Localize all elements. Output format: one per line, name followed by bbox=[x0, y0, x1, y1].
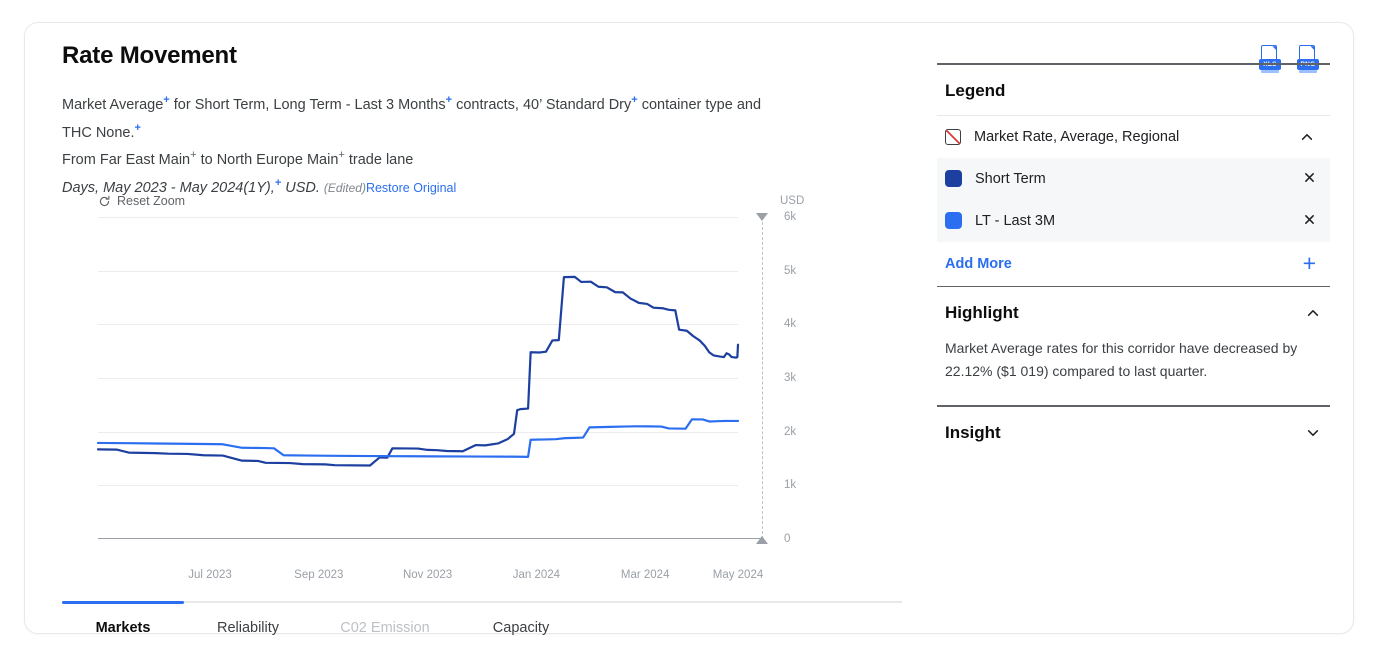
desc-line-1: Market Average+ for Short Term, Long Ter… bbox=[62, 89, 902, 117]
series-line-lt-last-3m bbox=[98, 419, 738, 457]
legend-row[interactable]: LT - Last 3M bbox=[937, 199, 1330, 242]
plus-icon[interactable]: + bbox=[1303, 252, 1322, 275]
reset-zoom-button[interactable]: Reset Zoom bbox=[98, 194, 185, 208]
y-axis-tick-label: 2k bbox=[784, 425, 797, 438]
add-more-row[interactable]: Add More + bbox=[937, 242, 1330, 286]
tab-c02-emission[interactable]: C02 Emission bbox=[312, 611, 458, 645]
remove-series-close-icon[interactable] bbox=[1297, 170, 1322, 187]
tab-capacity[interactable]: Capacity bbox=[458, 611, 584, 645]
desc-contracts-b: contracts, 40’ Standard Dry bbox=[452, 96, 632, 113]
chart-area: Reset Zoom USD 0 1k 2k 3k 4k 5k 6k Jul 2023 Sep… bbox=[62, 193, 804, 583]
desc-contracts-c: container type and bbox=[637, 96, 762, 113]
insight-header[interactable]: Insight bbox=[937, 407, 1330, 457]
legend-swatch-icon bbox=[945, 212, 962, 229]
highlight-header[interactable]: Highlight bbox=[937, 287, 1330, 337]
tab-reliability[interactable]: Reliability bbox=[184, 611, 312, 645]
x-axis-tick-label: Sep 2023 bbox=[294, 569, 344, 581]
series-line-short-term bbox=[98, 277, 738, 466]
x-axis-tick-label: Mar 2024 bbox=[620, 569, 670, 581]
plus-marker-icon[interactable]: + bbox=[135, 122, 141, 134]
insight-title: Insight bbox=[945, 422, 1001, 442]
chevron-up-icon[interactable] bbox=[1300, 130, 1314, 144]
reset-zoom-label: Reset Zoom bbox=[117, 194, 186, 208]
highlight-title: Highlight bbox=[945, 303, 1019, 322]
highlight-text: Market Average rates for this corridor h… bbox=[945, 340, 1298, 379]
y-axis-tick-label: 3k bbox=[784, 372, 797, 384]
tab-markets[interactable]: Markets bbox=[62, 611, 184, 645]
x-axis-tick-label: May 2024 bbox=[712, 569, 764, 581]
desc-destination: to North Europe Main bbox=[196, 152, 339, 169]
tab-active-indicator bbox=[62, 601, 184, 604]
reset-zoom-icon bbox=[98, 195, 111, 208]
chart-plot: USD 0 1k 2k 3k 4k 5k 6k Jul 2023 Sep 2023 Nov 20… bbox=[98, 195, 804, 581]
chart-series-lines bbox=[98, 217, 738, 539]
x-axis-tick-label: Jul 2023 bbox=[188, 569, 232, 581]
chevron-down-icon[interactable] bbox=[1306, 426, 1320, 440]
desc-contracts-a: for Short Term, Long Term - Last 3 Month… bbox=[169, 96, 446, 113]
legend-item-label: LT - Last 3M bbox=[975, 212, 1056, 229]
legend-row[interactable]: Market Rate, Average, Regional bbox=[937, 116, 1330, 158]
rate-movement-card: Rate Movement Market Average + for Short … bbox=[24, 22, 1354, 636]
legend-title: Legend bbox=[945, 80, 1006, 100]
remove-series-close-icon[interactable] bbox=[1297, 212, 1322, 229]
desc-origin: From Far East Main bbox=[62, 152, 191, 169]
y-axis-tick-label: 0 bbox=[784, 533, 791, 545]
legend-header: Legend bbox=[937, 65, 1330, 115]
y-axis-tick-label: 6k bbox=[784, 211, 797, 223]
y-axis-tick-label: 1k bbox=[784, 479, 797, 492]
chevron-up-icon[interactable] bbox=[1306, 306, 1320, 320]
tab-underline-track bbox=[62, 601, 902, 604]
legend-swatch-hatched-icon bbox=[945, 128, 961, 145]
page-title: Rate Movement bbox=[62, 42, 237, 69]
legend-list: Market Rate, Average, Regional Short Term… bbox=[937, 116, 1330, 242]
tab-bar: Markets Reliability C02 Emission Capacity bbox=[62, 611, 584, 645]
chart-description: Market Average + for Short Term, Long Ter… bbox=[62, 89, 902, 200]
legend-item-label: Market Rate, Average, Regional bbox=[974, 128, 1180, 145]
desc-line-3: From Far East Main+ to North Europe Main… bbox=[62, 144, 902, 172]
chart-x-axis bbox=[98, 537, 762, 539]
y-axis-tick-label: 4k bbox=[784, 318, 797, 331]
x-axis-tick-label: Jan 2024 bbox=[512, 569, 561, 581]
card-header: Rate Movement Market Average + for Short … bbox=[62, 42, 902, 200]
add-more-label[interactable]: Add More bbox=[945, 256, 1012, 272]
desc-thc: THC None. bbox=[62, 124, 135, 141]
chart-cursor-handle-top[interactable] bbox=[756, 213, 768, 221]
legend-item-label: Short Term bbox=[975, 170, 1046, 187]
y-axis-tick-label: 5k bbox=[784, 264, 797, 277]
side-panel: Legend Market Rate, Average, Regional Sho… bbox=[937, 63, 1330, 457]
legend-swatch-icon bbox=[945, 170, 962, 187]
desc-trade-lane: trade lane bbox=[344, 152, 414, 169]
legend-row[interactable]: Short Term bbox=[937, 157, 1330, 200]
chart-cursor-line[interactable] bbox=[762, 217, 763, 539]
desc-line-2: THC None.+ bbox=[62, 117, 902, 145]
x-axis-tick-label: Nov 2023 bbox=[402, 569, 453, 581]
y-axis-unit-label: USD bbox=[780, 195, 805, 207]
desc-market-average: Market Average bbox=[62, 96, 164, 113]
